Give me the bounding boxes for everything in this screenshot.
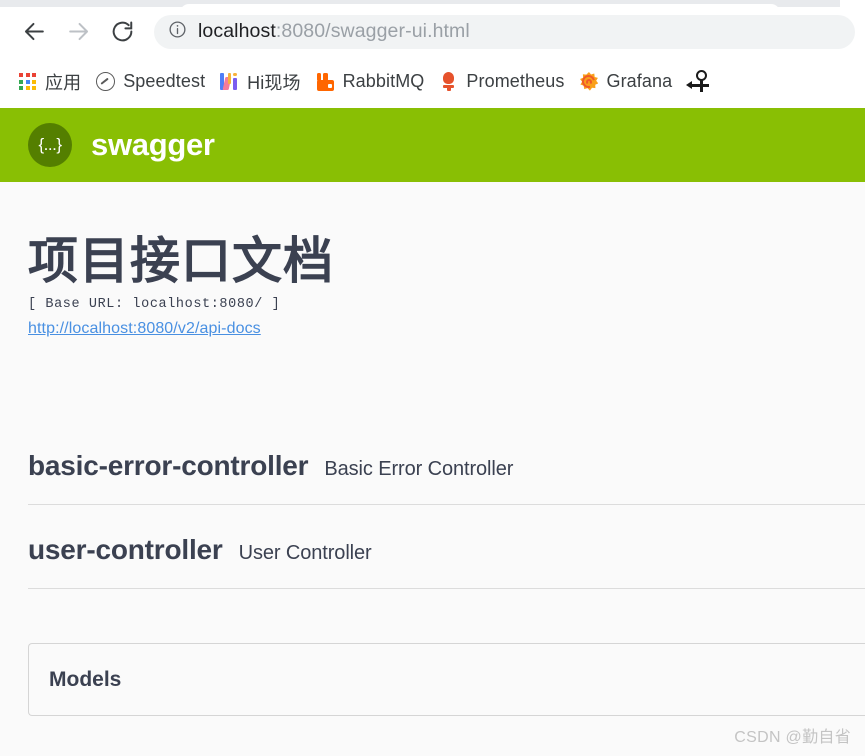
prometheus-torch-icon [438, 71, 459, 92]
bookmark-label: Hi现场 [247, 72, 301, 93]
speedometer-icon [95, 71, 116, 92]
bookmark-label: 应用 [45, 72, 82, 93]
bookmark-grafana[interactable]: Grafana [571, 65, 679, 99]
reload-button[interactable] [104, 14, 140, 50]
swagger-topbar: {...} swagger [0, 108, 865, 182]
browser-chrome: localhost:8080/swagger-ui.html 应用 Speedt… [0, 0, 865, 108]
bookmark-label: Prometheus [466, 71, 565, 91]
back-button[interactable] [16, 14, 52, 50]
tag-section-user-controller: user-controller User Controller [28, 534, 865, 589]
reload-icon [110, 19, 135, 44]
url-host: localhost [198, 20, 276, 42]
forward-arrow-icon [66, 19, 91, 44]
tag-section-basic-error-controller: basic-error-controller Basic Error Contr… [28, 450, 865, 505]
back-arrow-icon [22, 19, 47, 44]
rabbitmq-icon [315, 71, 336, 92]
key-pin-icon [686, 69, 710, 92]
models-title: Models [49, 667, 122, 691]
models-section[interactable]: Models [28, 643, 865, 716]
tag-description: Basic Error Controller [324, 458, 514, 480]
tag-name: basic-error-controller [28, 450, 309, 481]
bookmark-prometheus[interactable]: Prometheus [431, 65, 571, 99]
tab-strip [0, 0, 840, 14]
bookmark-label: Grafana [606, 71, 673, 91]
page-root: localhost:8080/swagger-ui.html 应用 Speedt… [0, 0, 865, 756]
grafana-sun-icon [578, 71, 599, 92]
bookmarks-bar: 应用 Speedtest Hi现场 RabbitMQ Prometheus Gr… [0, 58, 865, 105]
bookmark-apps[interactable]: 应用 [10, 65, 88, 99]
bookmark-overflow[interactable] [679, 65, 721, 99]
bookmark-label: Speedtest [123, 71, 206, 91]
tag-name: user-controller [28, 534, 223, 565]
swagger-wordmark: swagger [91, 127, 215, 162]
bookmark-speedtest[interactable]: Speedtest [88, 65, 212, 99]
address-bar[interactable]: localhost:8080/swagger-ui.html [154, 14, 855, 49]
tag-description: User Controller [238, 542, 372, 564]
tag-header[interactable]: basic-error-controller Basic Error Contr… [28, 450, 865, 505]
api-docs-link[interactable]: http://localhost:8080/v2/api-docs [28, 320, 261, 338]
bookmark-hixianchang[interactable]: Hi现场 [212, 65, 307, 99]
browser-toolbar: localhost:8080/swagger-ui.html [0, 7, 865, 56]
apps-grid-icon [17, 71, 38, 92]
hixianchang-icon [219, 71, 240, 92]
tag-header[interactable]: user-controller User Controller [28, 534, 865, 589]
swagger-logo-icon[interactable]: {...} [28, 123, 72, 167]
address-bar-text: localhost:8080/swagger-ui.html [198, 20, 470, 43]
watermark: CSDN @勤自省 [734, 729, 851, 746]
info-circle-icon[interactable] [168, 20, 187, 44]
forward-button[interactable] [60, 14, 96, 50]
api-info-block: 项目接口文档 [ Base URL: localhost:8080/ ] htt… [28, 235, 828, 338]
swagger-logo-glyph: {...} [38, 134, 62, 154]
url-path: :8080/swagger-ui.html [275, 20, 470, 42]
swagger-content: 项目接口文档 [ Base URL: localhost:8080/ ] htt… [0, 182, 865, 756]
base-url-text: [ Base URL: localhost:8080/ ] [28, 296, 281, 312]
bookmark-rabbitmq[interactable]: RabbitMQ [308, 65, 432, 99]
page-title: 项目接口文档 [28, 233, 334, 289]
bookmark-label: RabbitMQ [342, 71, 425, 91]
